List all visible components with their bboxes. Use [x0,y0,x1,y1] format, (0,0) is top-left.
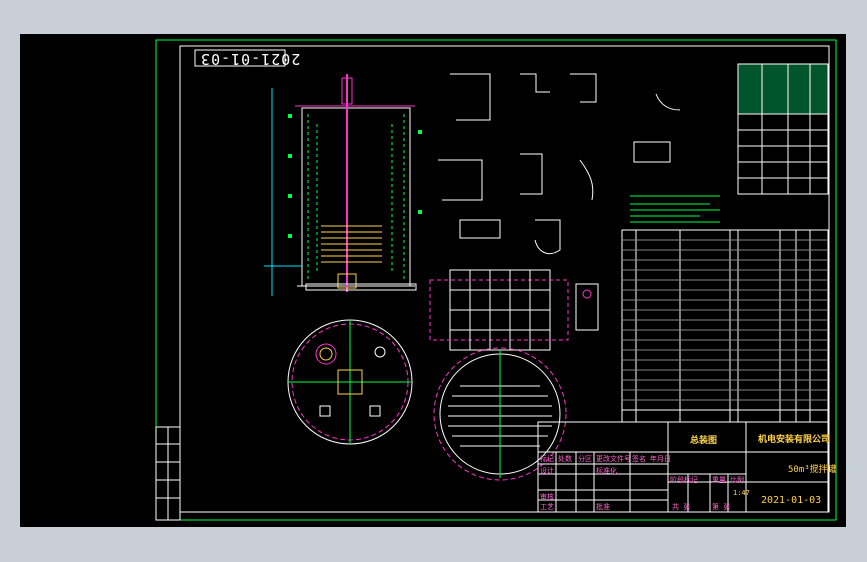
parts-list [621,229,829,423]
drawing-kind-label: 总装图 [690,436,718,446]
vessel-elevation [264,74,422,296]
tb-cell: 标准化 [596,467,617,475]
detail-sketches [438,73,681,331]
tb-cell: 审核 [540,493,554,501]
tb-cell: 第 张 [712,503,731,511]
tb-cell: 年月日 [650,455,671,463]
product-name: 50m³搅拌罐 [788,465,837,475]
company-name: 机电安装有限公司 [758,435,831,445]
scale-value: 1:47 [733,489,750,497]
cad-drawing [155,39,837,521]
tb-cell: 共 张 [672,503,691,511]
tb-cell: 设计 [540,467,554,475]
tb-cell: 工艺 [540,503,554,511]
inner-border [179,45,830,513]
cad-canvas[interactable]: 2021-01-03 总装图 机电安装有限公司 50m³搅拌罐 1:47 202… [20,34,846,527]
grid-plan [429,269,569,351]
tb-cell: 批准 [596,503,610,511]
drawing-ref-stamp: 2021-01-03 [200,50,301,68]
tb-cell: 分区 [578,455,592,463]
tb-cell: 标记 [540,455,554,463]
tb-cell: 重量 [712,476,726,484]
notes-block [630,195,720,223]
spec-table [737,63,829,195]
tb-cell: 更改文件号 [596,455,631,463]
vessel-plan-view [287,319,413,445]
tb-cell: 比例 [730,476,744,484]
tb-cell: 阶段标记 [670,476,698,484]
drawing-number: 2021-01-03 [761,495,822,506]
binding-strip [155,426,181,521]
tb-cell: 签名 [632,455,646,463]
tb-cell: 处数 [558,455,572,463]
